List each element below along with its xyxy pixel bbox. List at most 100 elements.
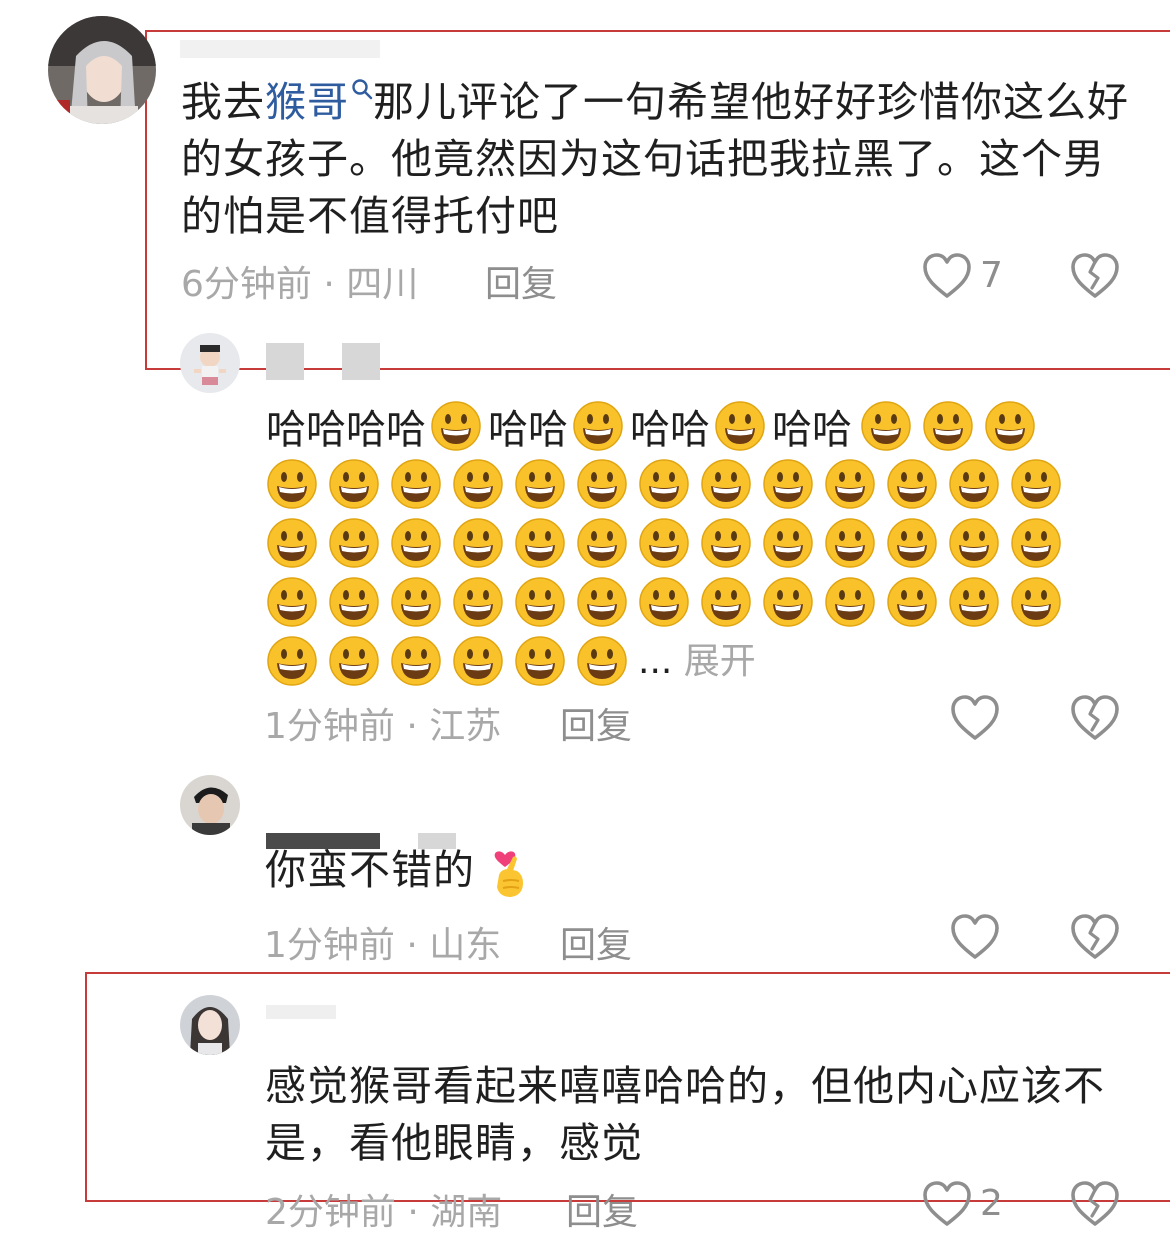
search-icon: [351, 78, 373, 100]
expand-button[interactable]: 展开: [684, 641, 756, 682]
dislike-button[interactable]: [1070, 1180, 1120, 1228]
grinning-face-emoji: [514, 458, 576, 510]
grinning-face-emoji: [266, 635, 328, 687]
dislike-button[interactable]: [1070, 913, 1120, 961]
grinning-face-emoji: [514, 517, 576, 569]
grinning-face-emoji: [1010, 458, 1072, 510]
grinning-face-emoji: [266, 517, 328, 569]
finger-heart-icon: [489, 845, 533, 901]
grinning-face-emoji: [390, 635, 452, 687]
grinning-face-emoji: [824, 576, 886, 628]
broken-heart-icon: [1070, 1180, 1120, 1228]
grinning-face-emoji: [948, 517, 1010, 569]
comment-text-line: 哈哈哈哈 哈哈 哈哈 哈哈: [266, 400, 1146, 453]
dislike-button[interactable]: [1070, 694, 1120, 742]
laugh-text: 哈哈: [630, 407, 710, 453]
comment-text-start: 我去: [181, 78, 265, 126]
expand-row: ... 展开: [638, 632, 756, 684]
grinning-face-emoji: [638, 576, 700, 628]
grinning-face-emoji: [390, 517, 452, 569]
grinning-face-emoji: [452, 458, 514, 510]
heart-outline-icon: [922, 1180, 972, 1228]
reply-button[interactable]: 回复: [560, 697, 632, 749]
grinning-face-emoji: [886, 458, 948, 510]
grinning-face-emoji: [576, 576, 638, 628]
broken-heart-icon: [1070, 252, 1120, 300]
avatar[interactable]: [180, 333, 240, 393]
comment-meta: 2分钟前 · 湖南: [265, 1192, 503, 1233]
avatar[interactable]: [48, 16, 156, 124]
grinning-face-emoji: [860, 400, 912, 452]
dislike-button[interactable]: [1070, 252, 1120, 300]
broken-heart-icon: [1070, 913, 1120, 961]
comment-text: 我去猴哥 那儿评论了一句希望他好好珍惜你这么好的女孩子。他竟然因为这句话把我拉黑了…: [181, 74, 1131, 245]
username-redacted: [180, 40, 380, 58]
laugh-text: 哈哈哈哈: [266, 407, 426, 453]
grinning-face-emoji: [700, 458, 762, 510]
comment-text-content: 你蛮不错的: [265, 846, 475, 894]
grinning-face-emoji: [714, 400, 766, 452]
comment-text: 你蛮不错的: [265, 842, 533, 901]
grinning-face-emoji: [328, 576, 390, 628]
grinning-face-emoji: [922, 400, 974, 452]
grinning-face-emoji: [638, 517, 700, 569]
heart-outline-icon: [922, 252, 972, 300]
grinning-face-emoji: [452, 635, 514, 687]
grinning-face-emoji: [984, 400, 1036, 452]
grinning-face-emoji: [390, 458, 452, 510]
comment-text: 哈哈哈哈 哈哈 哈哈 哈哈 ... 展开: [266, 400, 1146, 700]
comment-meta: 6分钟前 · 四川: [181, 264, 419, 305]
username-redacted: [266, 1005, 336, 1019]
reply-button[interactable]: 回复: [560, 916, 632, 968]
comment-meta: 1分钟前 · 山东: [264, 925, 502, 966]
grinning-face-emoji: [514, 635, 576, 687]
reply-button[interactable]: 回复: [566, 1183, 638, 1235]
linked-topic-label: 猴哥: [265, 78, 349, 126]
comment-meta: 1分钟前 · 江苏: [264, 706, 502, 747]
comment-text-content: 感觉猴哥看起来嘻嘻哈哈的，但他内心应该不是，看他眼睛，感觉: [265, 1062, 1105, 1167]
grinning-face-emoji: [948, 576, 1010, 628]
grinning-face-emoji: [1010, 517, 1072, 569]
grinning-face-emoji: [390, 576, 452, 628]
laugh-text: 哈哈: [772, 407, 852, 453]
heart-outline-icon: [950, 694, 1000, 742]
grinning-face-emoji: [514, 576, 576, 628]
broken-heart-icon: [1070, 694, 1120, 742]
grinning-face-emoji: [266, 576, 328, 628]
like-button[interactable]: [950, 913, 1000, 961]
grinning-face-emoji: [328, 517, 390, 569]
avatar[interactable]: [180, 995, 240, 1055]
grinning-face-emoji: [576, 517, 638, 569]
comment-text: 感觉猴哥看起来嘻嘻哈哈的，但他内心应该不是，看他眼睛，感觉: [265, 1058, 1115, 1172]
grinning-face-emoji: [572, 400, 624, 452]
grinning-face-emoji: [762, 458, 824, 510]
grinning-face-emoji: [576, 635, 638, 687]
ellipsis: ...: [638, 641, 673, 682]
grinning-face-emoji: [886, 517, 948, 569]
linked-topic[interactable]: 猴哥: [265, 78, 373, 126]
grinning-face-emoji: [576, 458, 638, 510]
grinning-face-emoji: [762, 576, 824, 628]
grinning-face-emoji: [452, 576, 514, 628]
laugh-text: 哈哈: [488, 407, 568, 453]
grinning-face-emoji: [700, 576, 762, 628]
username-redacted: [266, 343, 304, 380]
grinning-face-emoji: [762, 517, 824, 569]
grinning-face-emoji: [452, 517, 514, 569]
grinning-face-emoji: [328, 635, 390, 687]
like-button[interactable]: [950, 694, 1000, 742]
grinning-face-emoji: [886, 576, 948, 628]
heart-outline-icon: [950, 913, 1000, 961]
username-redacted: [342, 343, 380, 380]
grinning-face-emoji: [700, 517, 762, 569]
like-count: 2: [980, 1183, 1003, 1224]
like-count: 7: [980, 255, 1003, 296]
grinning-face-emoji: [266, 458, 328, 510]
avatar[interactable]: [180, 775, 240, 835]
grinning-face-emoji: [328, 458, 390, 510]
grinning-face-emoji: [1010, 576, 1072, 628]
grinning-face-emoji: [824, 458, 886, 510]
grinning-face-emoji: [430, 400, 482, 452]
grinning-face-emoji: [638, 458, 700, 510]
reply-button[interactable]: 回复: [485, 255, 557, 307]
